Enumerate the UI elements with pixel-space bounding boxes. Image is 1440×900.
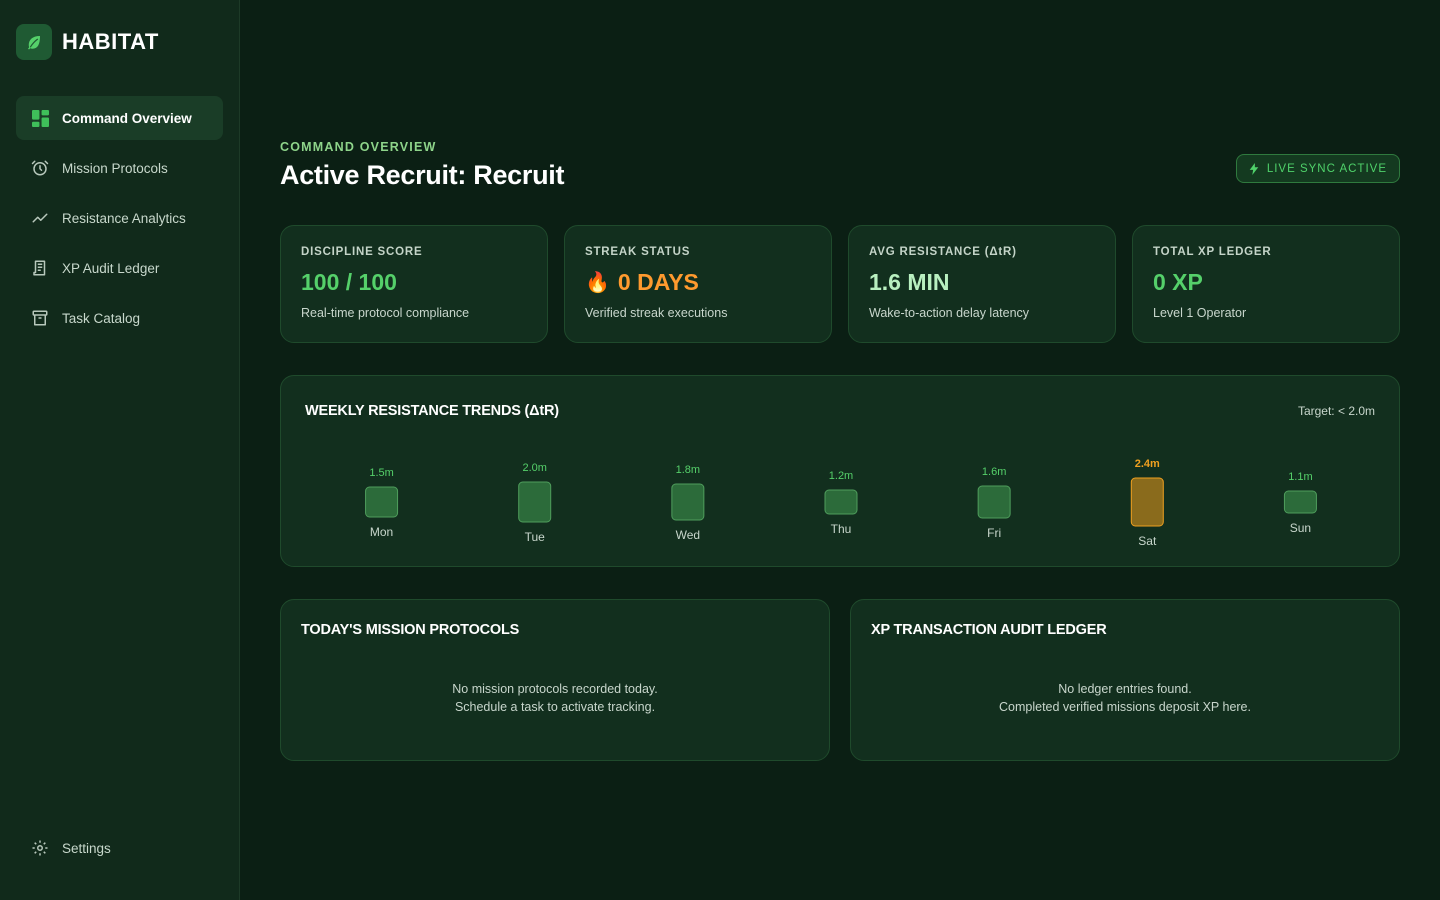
page-eyebrow: COMMAND OVERVIEW bbox=[280, 140, 437, 154]
stat-value: 100 / 100 bbox=[301, 268, 397, 295]
trends-target: Target: < 2.0m bbox=[1297, 404, 1375, 418]
dashboard-icon bbox=[30, 108, 50, 128]
stat-subtext: Level 1 Operator bbox=[1153, 306, 1247, 320]
stat-subtext: Real-time protocol compliance bbox=[301, 306, 470, 320]
chart-bar-mon bbox=[365, 486, 399, 518]
sidebar-item-command-overview[interactable]: Command Overview bbox=[16, 96, 223, 140]
chart-value-label: 1.2m bbox=[829, 470, 853, 482]
weekly-resistance-bar-chart: 1.5m Mon 2.0m Tue 1.8m Wed 1.2m Thu 1.6m Fri 2.4m S… bbox=[365, 458, 1317, 548]
trend-line-icon bbox=[30, 208, 50, 228]
stat-card-streak-status: STREAK STATUS 🔥 0 DAYS Verified streak e… bbox=[564, 225, 832, 343]
stat-card-total-xp: TOTAL XP LEDGER 0 XP Level 1 Operator bbox=[1132, 225, 1400, 343]
chart-bar-sun bbox=[1283, 490, 1317, 514]
leaf-icon bbox=[16, 24, 52, 60]
archive-box-icon bbox=[30, 308, 50, 328]
chart-value-label: 2.4m bbox=[1135, 458, 1160, 470]
chart-value-label: 1.8m bbox=[676, 464, 700, 476]
stat-subtext: Wake-to-action delay latency bbox=[869, 306, 1030, 320]
chart-category-label: Fri bbox=[987, 526, 1001, 540]
gear-icon bbox=[30, 838, 50, 858]
stat-value: 0 DAYS bbox=[617, 268, 699, 295]
receipt-icon bbox=[30, 258, 50, 278]
empty-state-line: Completed verified missions deposit XP h… bbox=[999, 700, 1251, 714]
chart-bar-wed bbox=[671, 483, 705, 521]
sidebar: HABITAT Command Overview Mission Protoco… bbox=[0, 0, 240, 900]
chart-value-label: 1.1m bbox=[1288, 471, 1312, 483]
chart-category-label: Thu bbox=[831, 522, 852, 536]
chart-value-label: 2.0m bbox=[522, 462, 546, 474]
stat-card-discipline-score: DISCIPLINE SCORE 100 / 100 Real-time pro… bbox=[280, 225, 548, 343]
stat-label: DISCIPLINE SCORE bbox=[301, 246, 423, 258]
chart-category-label: Mon bbox=[370, 525, 393, 539]
sidebar-item-label: Task Catalog bbox=[62, 310, 141, 326]
sidebar-item-resistance-analytics[interactable]: Resistance Analytics bbox=[16, 196, 223, 240]
alarm-clock-icon bbox=[30, 158, 50, 178]
sidebar-footer: Settings bbox=[16, 826, 223, 876]
sidebar-item-label: Mission Protocols bbox=[62, 160, 168, 176]
chart-value-label: 1.6m bbox=[982, 466, 1006, 478]
sidebar-item-label: Settings bbox=[62, 840, 111, 856]
stat-subtext: Verified streak executions bbox=[585, 306, 728, 320]
ledger-title: XP TRANSACTION AUDIT LEDGER bbox=[871, 622, 1107, 638]
empty-state-line: Schedule a task to activate tracking. bbox=[454, 700, 656, 714]
stat-cards: DISCIPLINE SCORE 100 / 100 Real-time pro… bbox=[280, 225, 1400, 343]
stat-value: 0 XP bbox=[1153, 268, 1203, 295]
stat-label: AVG RESISTANCE (ΔtR) bbox=[869, 246, 1017, 258]
missions-title: TODAY'S MISSION PROTOCOLS bbox=[301, 622, 520, 638]
chart-value-label: 1.5m bbox=[369, 467, 393, 479]
sidebar-item-label: XP Audit Ledger bbox=[62, 260, 160, 276]
stat-label: TOTAL XP LEDGER bbox=[1153, 246, 1272, 258]
page-title: Active Recruit: Recruit bbox=[280, 160, 565, 190]
lightning-icon bbox=[1249, 162, 1259, 175]
fire-icon: 🔥 bbox=[585, 271, 610, 294]
sidebar-item-xp-audit-ledger[interactable]: XP Audit Ledger bbox=[16, 246, 223, 290]
chart-bar-sat bbox=[1130, 477, 1164, 527]
mission-protocols-card: TODAY'S MISSION PROTOCOLS No mission pro… bbox=[280, 599, 830, 761]
missions-empty-state: No mission protocols recorded today. Sch… bbox=[281, 680, 829, 716]
chart-bar-fri bbox=[977, 485, 1011, 519]
chart-category-label: Sat bbox=[1138, 534, 1157, 548]
sidebar-item-label: Command Overview bbox=[62, 110, 192, 126]
sidebar-item-mission-protocols[interactable]: Mission Protocols bbox=[16, 146, 223, 190]
stat-value-row: 🔥 0 DAYS bbox=[585, 268, 811, 296]
stat-value: 1.6 MIN bbox=[869, 268, 950, 295]
weekly-resistance-trends-card: WEEKLY RESISTANCE TRENDS (ΔtR) Target: <… bbox=[280, 375, 1400, 567]
stat-card-avg-resistance: AVG RESISTANCE (ΔtR) 1.6 MIN Wake-to-act… bbox=[848, 225, 1116, 343]
ledger-empty-state: No ledger entries found. Completed verif… bbox=[851, 680, 1399, 716]
trends-title: WEEKLY RESISTANCE TRENDS (ΔtR) bbox=[305, 403, 559, 419]
empty-state-line: No ledger entries found. bbox=[1058, 682, 1192, 696]
sidebar-item-settings[interactable]: Settings bbox=[16, 826, 223, 870]
empty-state-line: No mission protocols recorded today. bbox=[452, 682, 658, 696]
brand-name: HABITAT bbox=[62, 29, 159, 54]
live-sync-badge[interactable]: LIVE SYNC ACTIVE bbox=[1235, 154, 1400, 183]
sidebar-item-task-catalog[interactable]: Task Catalog bbox=[16, 296, 223, 340]
chart-category-label: Sun bbox=[1290, 521, 1311, 535]
live-sync-label: LIVE SYNC ACTIVE bbox=[1266, 162, 1387, 175]
brand[interactable]: HABITAT bbox=[16, 24, 159, 60]
xp-audit-ledger-card: XP TRANSACTION AUDIT LEDGER No ledger en… bbox=[850, 599, 1400, 761]
sidebar-nav: Command Overview Mission Protocols Resis… bbox=[16, 96, 223, 346]
chart-bar-tue bbox=[518, 481, 552, 523]
chart-category-label: Tue bbox=[525, 530, 546, 544]
chart-bar-thu bbox=[824, 489, 858, 515]
stat-label: STREAK STATUS bbox=[585, 246, 691, 258]
sidebar-item-label: Resistance Analytics bbox=[62, 210, 186, 226]
chart-category-label: Wed bbox=[676, 528, 700, 542]
